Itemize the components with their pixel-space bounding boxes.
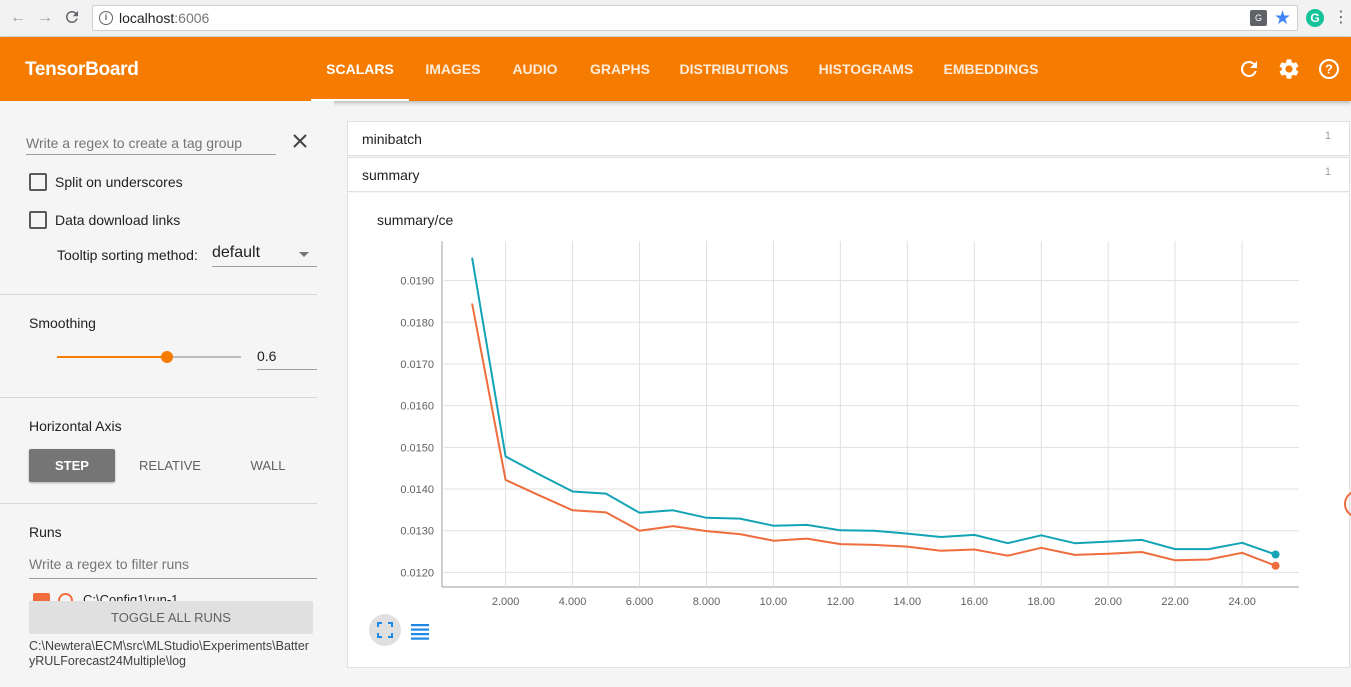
y-tick-label: 0.0140 bbox=[400, 484, 434, 496]
app-header: TensorBoard SCALARS IMAGES AUDIO GRAPHS … bbox=[0, 37, 1351, 101]
y-tick-label: 0.0160 bbox=[400, 401, 434, 413]
sidebar: Split on underscores Data download links… bbox=[0, 101, 334, 687]
y-tick-label: 0.0120 bbox=[400, 567, 434, 579]
data-download-label: Data download links bbox=[55, 212, 181, 228]
divider bbox=[0, 503, 317, 504]
browser-menu-icon[interactable]: ⋮ bbox=[1333, 8, 1349, 28]
smoothing-title: Smoothing bbox=[29, 315, 96, 331]
series-line bbox=[471, 303, 1276, 567]
tab-scalars[interactable]: SCALARS bbox=[311, 37, 409, 101]
y-tick-label: 0.0190 bbox=[400, 276, 434, 288]
toggle-all-runs-button[interactable]: TOGGLE ALL RUNS bbox=[29, 601, 313, 634]
axis-wall-button[interactable]: WALL bbox=[225, 449, 311, 482]
smoothing-slider-fill bbox=[57, 356, 168, 358]
fullscreen-button[interactable] bbox=[369, 614, 401, 646]
tooltip-sorting-select[interactable]: default bbox=[212, 242, 317, 267]
category-name: minibatch bbox=[362, 131, 422, 147]
tab-distributions[interactable]: DISTRIBUTIONS bbox=[670, 37, 798, 101]
address-bar[interactable]: i localhost:6006 G ★ bbox=[92, 5, 1298, 31]
info-icon[interactable]: i bbox=[99, 11, 113, 25]
x-tick-label: 18.00 bbox=[1027, 596, 1055, 608]
x-tick-label: 10.00 bbox=[760, 596, 788, 608]
forward-icon[interactable]: → bbox=[35, 8, 55, 28]
y-tick-label: 0.0130 bbox=[400, 526, 434, 538]
runs-title: Runs bbox=[29, 524, 62, 540]
translate-icon[interactable]: G bbox=[1250, 10, 1267, 26]
fullscreen-icon bbox=[377, 622, 393, 638]
chevron-down-icon bbox=[299, 252, 309, 257]
x-tick-label: 16.00 bbox=[961, 596, 989, 608]
category-count: 1 bbox=[1324, 166, 1331, 178]
x-tick-label: 22.00 bbox=[1161, 596, 1189, 608]
tab-images[interactable]: IMAGES bbox=[412, 37, 494, 101]
x-tick-label: 6.000 bbox=[626, 596, 654, 608]
split-underscores-label: Split on underscores bbox=[55, 174, 183, 190]
x-tick-label: 2.000 bbox=[492, 596, 520, 608]
smoothing-slider-knob[interactable] bbox=[161, 351, 174, 363]
reload-icon[interactable] bbox=[1237, 57, 1261, 81]
gear-icon[interactable] bbox=[1277, 57, 1301, 81]
tag-regex-input[interactable] bbox=[26, 129, 276, 155]
tab-histograms[interactable]: HISTOGRAMS bbox=[808, 37, 924, 101]
horizontal-axis-title: Horizontal Axis bbox=[29, 418, 122, 434]
tab-graphs[interactable]: GRAPHS bbox=[578, 37, 662, 101]
tab-embeddings[interactable]: EMBEDDINGS bbox=[934, 37, 1048, 101]
smoothing-value-input[interactable]: 0.6 bbox=[257, 345, 317, 370]
scalar-card: summary/ce 2.000 4.000 6.000 8.000 10.00 12.0… bbox=[347, 193, 1350, 668]
category-count: 1 bbox=[1324, 130, 1331, 142]
back-icon[interactable]: ← bbox=[8, 8, 28, 28]
category-summary[interactable]: summary 1 bbox=[347, 157, 1350, 192]
tab-audio[interactable]: AUDIO bbox=[500, 37, 570, 101]
split-underscores-checkbox[interactable] bbox=[29, 173, 47, 191]
star-icon[interactable]: ★ bbox=[1274, 7, 1291, 30]
series-end-point bbox=[1271, 550, 1280, 559]
tooltip-sorting-value: default bbox=[212, 244, 261, 261]
x-tick-label: 24.00 bbox=[1228, 596, 1256, 608]
divider bbox=[0, 397, 317, 398]
x-tick-label: 8.000 bbox=[693, 596, 721, 608]
close-icon[interactable] bbox=[290, 131, 310, 151]
app-title: TensorBoard bbox=[25, 59, 139, 80]
x-tick-label: 12.00 bbox=[827, 596, 855, 608]
url-text: localhost:6006 bbox=[119, 10, 210, 26]
series-end-point bbox=[1271, 561, 1280, 570]
svg-text:?: ? bbox=[1325, 62, 1333, 77]
data-download-checkbox[interactable] bbox=[29, 211, 47, 229]
category-minibatch[interactable]: minibatch 1 bbox=[347, 121, 1350, 156]
list-icon[interactable] bbox=[410, 621, 430, 641]
category-name: summary bbox=[362, 167, 420, 183]
divider bbox=[0, 294, 317, 295]
y-tick-label: 0.0180 bbox=[400, 317, 434, 329]
x-tick-label: 4.000 bbox=[559, 596, 587, 608]
axis-step-button[interactable]: STEP bbox=[29, 449, 115, 482]
axis-relative-button[interactable]: RELATIVE bbox=[127, 449, 213, 482]
browser-toolbar: ← → i localhost:6006 G ★ G ⋮ bbox=[0, 0, 1351, 37]
browser-reload-icon[interactable] bbox=[62, 8, 82, 28]
tooltip-sorting-label: Tooltip sorting method: bbox=[57, 247, 198, 263]
line-chart[interactable]: 2.000 4.000 6.000 8.000 10.00 12.00 14.00 16.00… bbox=[348, 193, 1351, 668]
runs-filter-input[interactable]: Write a regex to filter runs bbox=[29, 553, 317, 579]
y-tick-label: 0.0150 bbox=[400, 442, 434, 454]
x-tick-label: 20.00 bbox=[1094, 596, 1122, 608]
grammarly-extension-icon[interactable]: G bbox=[1306, 9, 1324, 27]
help-icon[interactable]: ? bbox=[1317, 57, 1341, 81]
smoothing-slider[interactable] bbox=[57, 351, 241, 363]
log-directory-path: C:\Newtera\ECM\src\MLStudio\Experiments\… bbox=[29, 639, 309, 668]
y-tick-label: 0.0170 bbox=[400, 359, 434, 371]
x-tick-label: 14.00 bbox=[894, 596, 922, 608]
